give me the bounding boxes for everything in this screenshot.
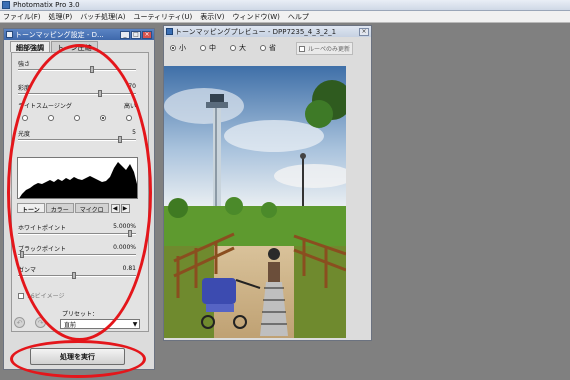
size-radio-medium[interactable] xyxy=(200,45,206,51)
chevron-down-icon: ▼ xyxy=(132,320,138,328)
size-radio-small[interactable] xyxy=(170,45,176,51)
16bit-checkbox[interactable] xyxy=(18,292,24,299)
size-radio-large[interactable] xyxy=(230,45,236,51)
size-radio-fit[interactable] xyxy=(260,45,266,51)
close-button[interactable]: × xyxy=(142,30,152,39)
preview-title: トーンマッピングプレビュー - DPP7235_4_3_2_1 xyxy=(175,27,337,36)
size-option-medium[interactable]: 中 xyxy=(200,43,216,53)
strength-label: 強さ xyxy=(18,61,31,68)
size-label-medium: 中 xyxy=(209,44,216,52)
hdr-photo-illustration xyxy=(164,66,346,338)
menu-help[interactable]: ヘルプ xyxy=(288,12,309,22)
menu-file[interactable]: ファイル(F) xyxy=(3,12,41,22)
size-option-large[interactable]: 大 xyxy=(230,43,246,53)
window-icon xyxy=(6,31,13,38)
menu-window[interactable]: ウィンドウ(W) xyxy=(232,12,279,22)
preview-size-options: 小 中 大 省 xyxy=(170,43,290,53)
menu-bar: ファイル(F) 処理(P) バッチ処理(A) ユーティリティ(U) 表示(V) … xyxy=(0,11,570,23)
size-label-fit: 省 xyxy=(269,44,276,52)
size-label-large: 大 xyxy=(239,44,246,52)
app-icon xyxy=(2,1,10,9)
size-label-small: 小 xyxy=(179,44,186,52)
panel-title: トーンマッピング設定 - D... xyxy=(15,30,104,39)
undo-icon[interactable]: ↶ xyxy=(14,317,25,328)
tone-mapping-preview-window: トーンマッピングプレビュー - DPP7235_4_3_2_1 × 小 中 大 … xyxy=(163,25,372,341)
maximize-button[interactable]: □ xyxy=(131,30,141,39)
preview-window-icon xyxy=(166,28,173,35)
menu-batch[interactable]: バッチ処理(A) xyxy=(80,12,125,22)
menu-view[interactable]: 表示(V) xyxy=(200,12,224,22)
loupe-checkbox[interactable] xyxy=(299,45,305,52)
loupe-label: ルーペのみ更新 xyxy=(308,46,351,53)
size-option-small[interactable]: 小 xyxy=(170,43,186,53)
app-title: Photomatix Pro 3.0 xyxy=(13,1,80,9)
preview-image[interactable] xyxy=(164,66,346,338)
preview-close-button[interactable]: × xyxy=(359,27,369,36)
preview-title-bar[interactable]: トーンマッピングプレビュー - DPP7235_4_3_2_1 × xyxy=(164,26,371,37)
annotation-oval-process xyxy=(10,340,146,378)
loupe-update-option[interactable]: ルーペのみ更新 xyxy=(296,42,354,55)
panel-title-bar[interactable]: トーンマッピング設定 - D... _ □ × xyxy=(4,29,154,40)
size-option-fit[interactable]: 省 xyxy=(260,43,276,53)
app-title-bar: Photomatix Pro 3.0 xyxy=(0,0,570,11)
minimize-button[interactable]: _ xyxy=(120,30,130,39)
annotation-oval-settings xyxy=(7,44,152,341)
menu-utilities[interactable]: ユーティリティ(U) xyxy=(133,12,192,22)
tab-detail-enhancer[interactable]: 細部強調 xyxy=(10,41,50,52)
menu-process[interactable]: 処理(P) xyxy=(49,12,73,22)
